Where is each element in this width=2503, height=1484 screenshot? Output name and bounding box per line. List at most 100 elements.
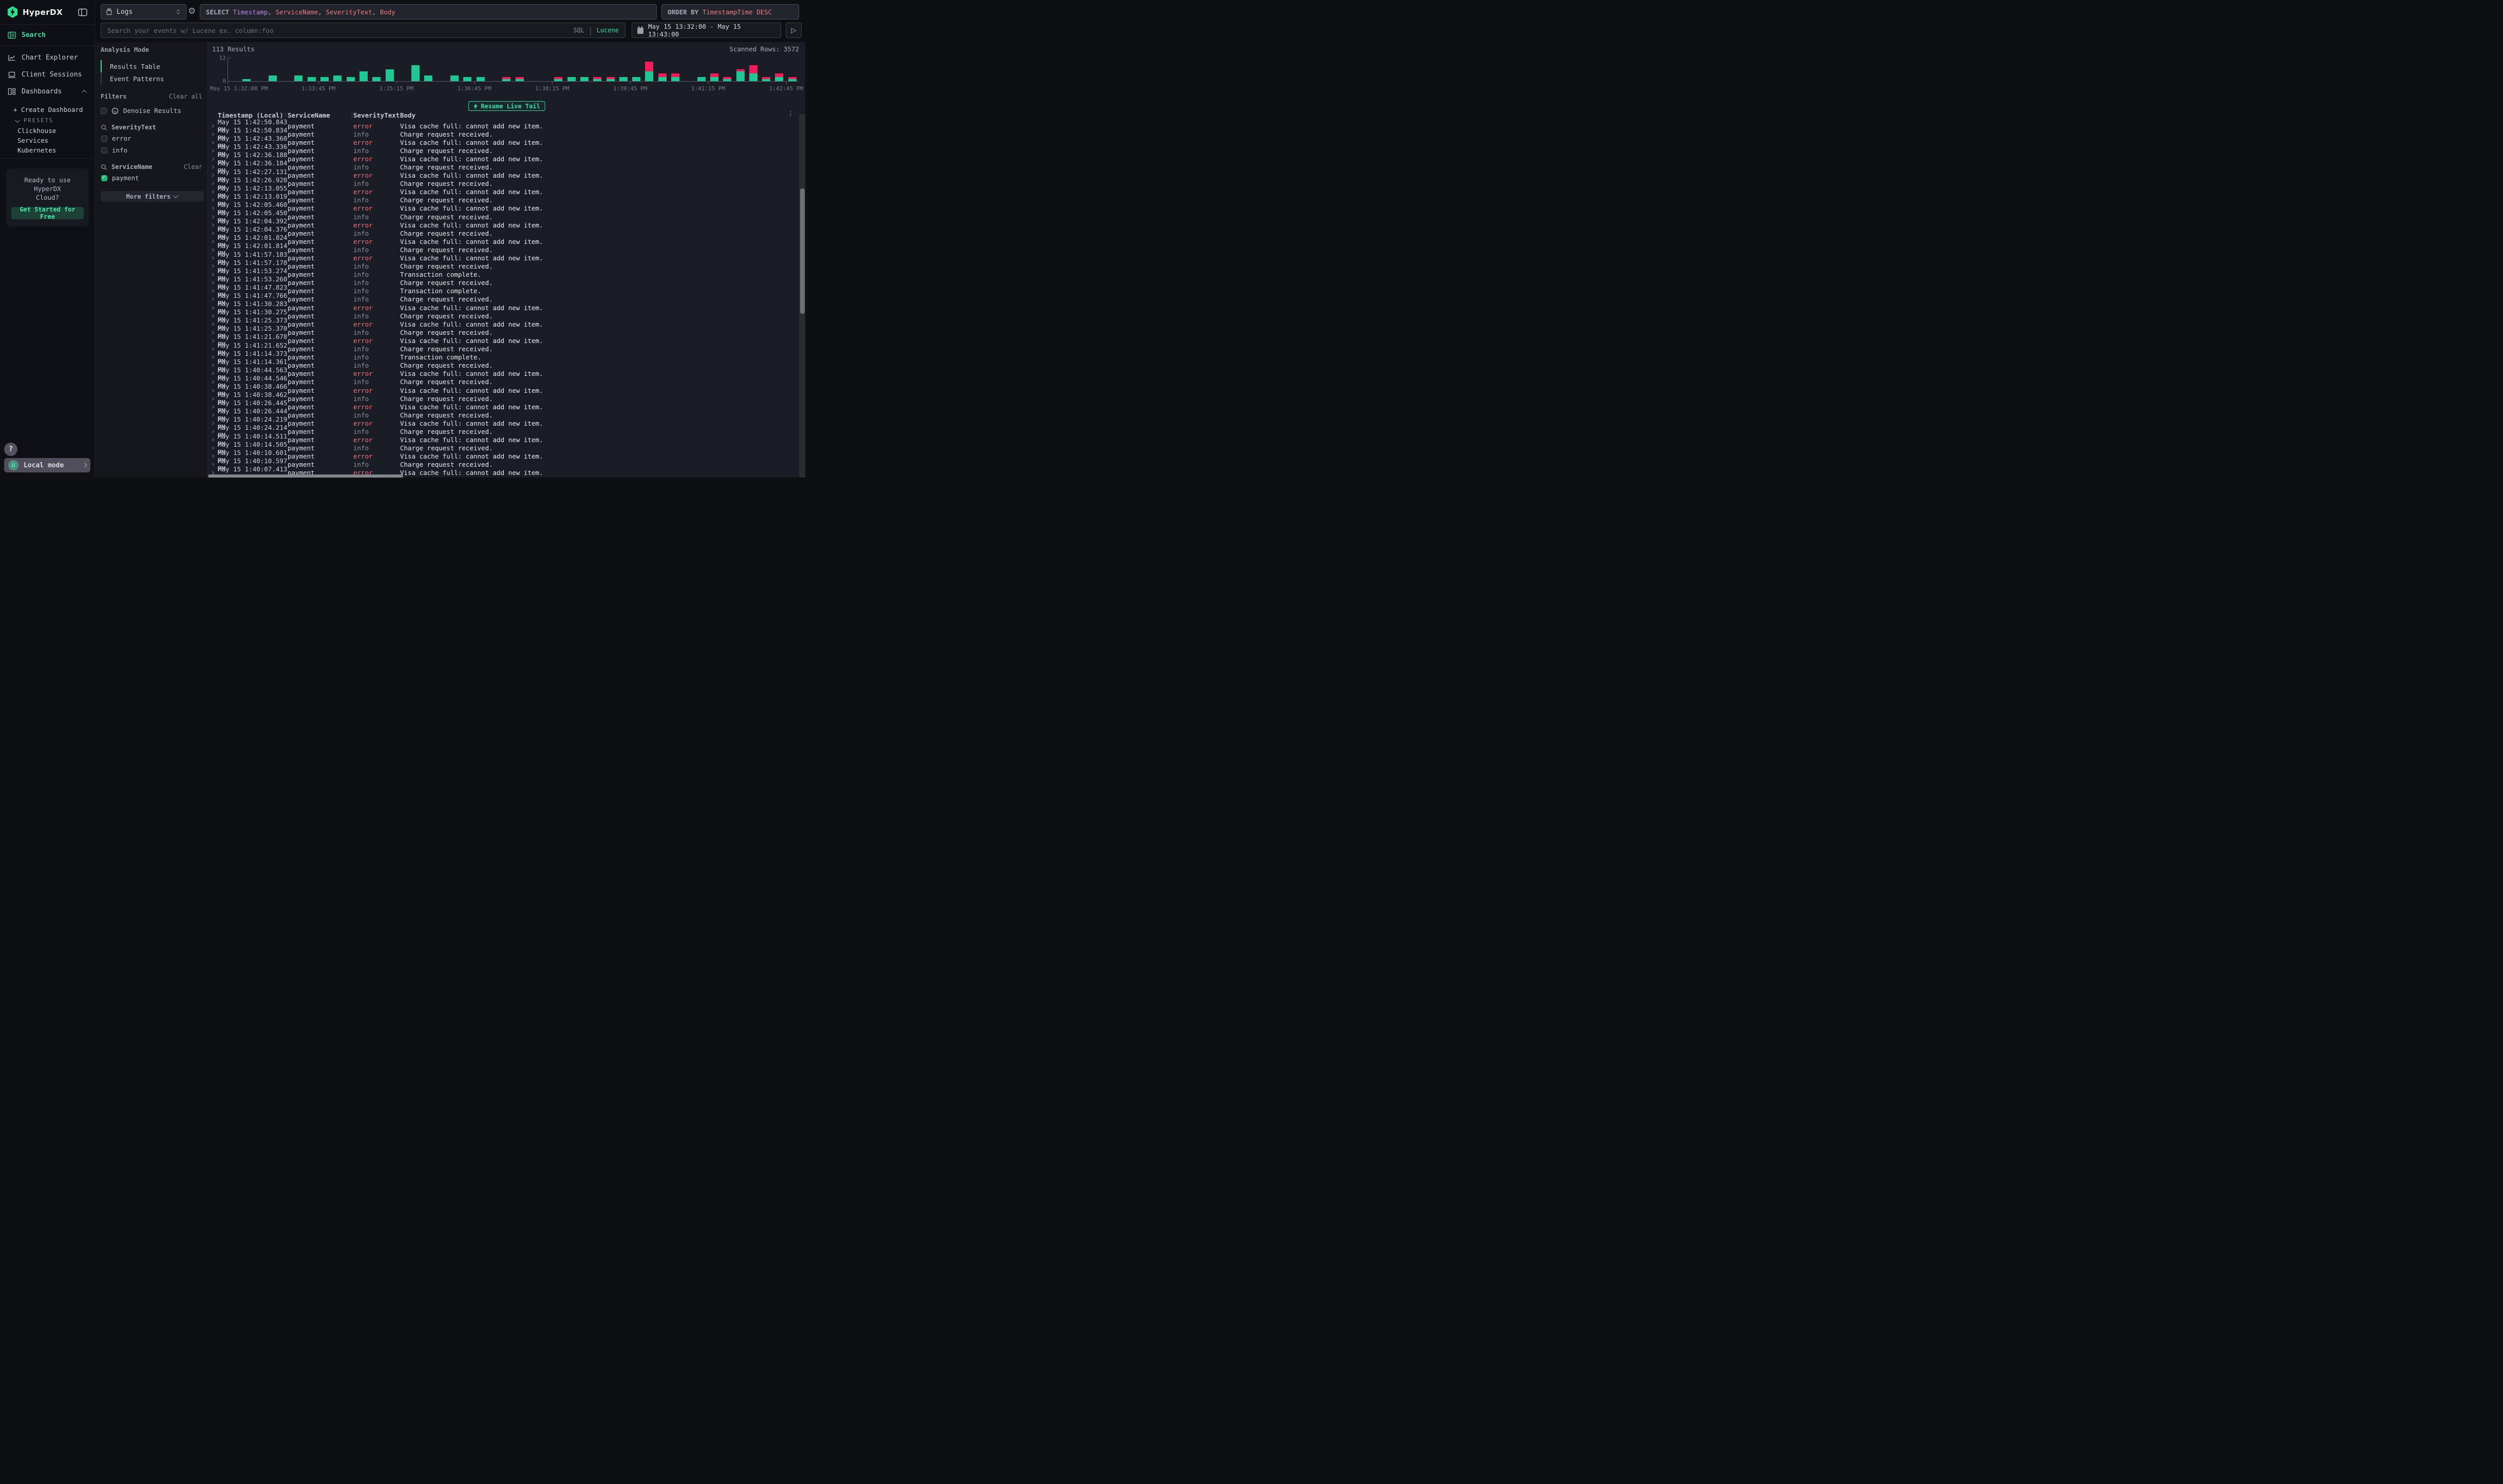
results-histogram[interactable]: 12 0 May 15 1:32:00 PM1:33:45 PM1:35:15 …: [208, 42, 805, 93]
histogram-bar[interactable]: [593, 77, 601, 81]
cell-servicename: payment: [288, 411, 353, 419]
cell-body: Charge request received.: [400, 147, 798, 155]
select-field: ServiceName: [272, 8, 318, 16]
select-clause-input[interactable]: SELECT Timestamp, ServiceName, SeverityT…: [200, 4, 657, 20]
preset-item-clickhouse[interactable]: Clickhouse: [0, 126, 94, 136]
cell-severity: info: [353, 353, 400, 361]
cell-severity: error: [353, 254, 400, 262]
filter-group-header: ServiceNameClear: [101, 163, 203, 170]
cell-severity: info: [353, 345, 400, 353]
lang-toggle-sql[interactable]: SQL: [573, 27, 584, 34]
checkbox[interactable]: [101, 175, 107, 181]
denoise-checkbox[interactable]: [101, 108, 107, 114]
histogram-bar[interactable]: [658, 73, 667, 81]
sidebar-item-dashboards[interactable]: Dashboards: [0, 83, 94, 100]
histogram-bar[interactable]: [749, 65, 757, 81]
histogram-bar[interactable]: [294, 75, 302, 82]
cell-severity: info: [353, 262, 400, 270]
histogram-bar[interactable]: [567, 77, 576, 81]
sidebar-item-chart-explorer[interactable]: Chart Explorer: [0, 49, 94, 66]
histogram-bar[interactable]: [411, 65, 420, 81]
histogram-bar[interactable]: [333, 75, 342, 82]
presets-label: PRESETS: [24, 118, 53, 124]
resume-live-tail-button[interactable]: Resume Live Tail: [468, 101, 545, 111]
histogram-bar[interactable]: [359, 71, 368, 81]
histogram-bar[interactable]: [723, 77, 731, 81]
histogram-bar[interactable]: [372, 77, 381, 81]
cell-servicename: payment: [288, 204, 353, 212]
histogram-bar[interactable]: [710, 73, 718, 81]
histogram-bar[interactable]: [463, 77, 471, 81]
column-resize-handle[interactable]: ⋮: [349, 111, 355, 119]
source-select[interactable]: Logs: [101, 4, 186, 20]
mode-results-table[interactable]: Results Table: [101, 60, 203, 72]
column-resize-handle[interactable]: ⋮: [282, 111, 288, 119]
histogram-bar[interactable]: [762, 77, 770, 81]
presets-toggle[interactable]: PRESETS: [0, 116, 94, 126]
histogram-bar[interactable]: [424, 75, 432, 82]
histogram-bar[interactable]: [308, 77, 316, 81]
collapse-sidebar-icon[interactable]: [78, 8, 87, 16]
create-dashboard-button[interactable]: + Create Dashboard: [0, 103, 94, 116]
histogram-bar[interactable]: [347, 77, 355, 81]
checkbox[interactable]: [101, 136, 107, 142]
preset-item-kubernetes[interactable]: Kubernetes: [0, 145, 94, 155]
denoise-results-checkbox-row[interactable]: Denoise Results: [101, 106, 203, 115]
table-menu-icon[interactable]: ⋮: [787, 110, 794, 118]
lang-toggle-lucene[interactable]: Lucene: [597, 27, 619, 34]
histogram-bar[interactable]: [632, 77, 640, 81]
get-started-button[interactable]: Get Started for Free: [11, 207, 84, 219]
log-row[interactable]: May 15 1:42:50.843 PMpaymenterrorVisa ca…: [208, 118, 798, 126]
histogram-bar[interactable]: [671, 73, 679, 81]
orderby-clause-input[interactable]: ORDER BY TimestampTime DESC: [661, 4, 799, 20]
filter-option-error[interactable]: error: [101, 134, 203, 143]
filter-group-header: SeverityText: [101, 124, 203, 131]
histogram-bar[interactable]: [502, 77, 510, 81]
horizontal-scrollbar-thumb[interactable]: [208, 474, 403, 478]
histogram-bar[interactable]: [554, 77, 562, 81]
histogram-bar[interactable]: [580, 77, 589, 81]
histogram-bar[interactable]: [606, 77, 615, 81]
histogram-bar[interactable]: [450, 75, 459, 82]
sidebar-item-client-sessions[interactable]: Client Sessions: [0, 66, 94, 83]
cell-body: Visa cache full: cannot add new item.: [400, 254, 798, 262]
histogram-bar[interactable]: [788, 77, 797, 81]
gear-icon[interactable]: ⚙: [188, 7, 196, 16]
histogram-bar[interactable]: [697, 77, 706, 81]
sidebar: HyperDX Search Chart Explorer C: [0, 0, 95, 478]
cell-servicename: payment: [288, 320, 353, 328]
histogram-bar[interactable]: [775, 73, 783, 81]
histogram-bar[interactable]: [477, 77, 485, 81]
cell-severity: info: [353, 279, 400, 287]
cell-servicename: payment: [288, 172, 353, 179]
histogram-bar[interactable]: [386, 69, 394, 81]
histogram-bar[interactable]: [242, 79, 251, 81]
filter-option-info[interactable]: info: [101, 146, 203, 155]
histogram-bar[interactable]: [736, 69, 745, 81]
clear-all-button[interactable]: Clear all: [169, 93, 202, 100]
help-button[interactable]: ?: [4, 443, 17, 456]
user-menu[interactable]: U Local mode: [4, 458, 90, 472]
filter-group-clear-button[interactable]: Clear: [184, 163, 202, 170]
cell-servicename: payment: [288, 230, 353, 237]
filter-option-payment[interactable]: payment: [101, 174, 203, 182]
checkbox[interactable]: [101, 147, 107, 154]
preset-item-services[interactable]: Services: [0, 136, 94, 145]
histogram-bar[interactable]: [320, 77, 329, 81]
histogram-bar[interactable]: [619, 77, 628, 81]
column-resize-handle[interactable]: ⋮: [394, 111, 400, 119]
histogram-bar[interactable]: [269, 75, 277, 82]
more-filters-button[interactable]: More filters: [101, 191, 204, 202]
cell-body: Visa cache full: cannot add new item.: [400, 139, 798, 146]
vertical-scrollbar-track[interactable]: [799, 114, 805, 478]
histogram-bar[interactable]: [645, 62, 653, 81]
sidebar-item-search[interactable]: Search: [0, 25, 94, 46]
avatar: U: [8, 460, 18, 470]
mode-event-patterns[interactable]: Event Patterns: [101, 72, 203, 85]
search-input[interactable]: Search your events w/ Lucene ex. column:…: [101, 23, 625, 38]
run-query-button[interactable]: ▷: [786, 23, 802, 38]
time-range-picker[interactable]: May 15 13:32:00 - May 15 13:43:00: [632, 23, 781, 38]
vertical-scrollbar-thumb[interactable]: [800, 188, 805, 314]
histogram-bar[interactable]: [516, 77, 524, 81]
x-tick-label: 1:33:45 PM: [301, 85, 335, 92]
